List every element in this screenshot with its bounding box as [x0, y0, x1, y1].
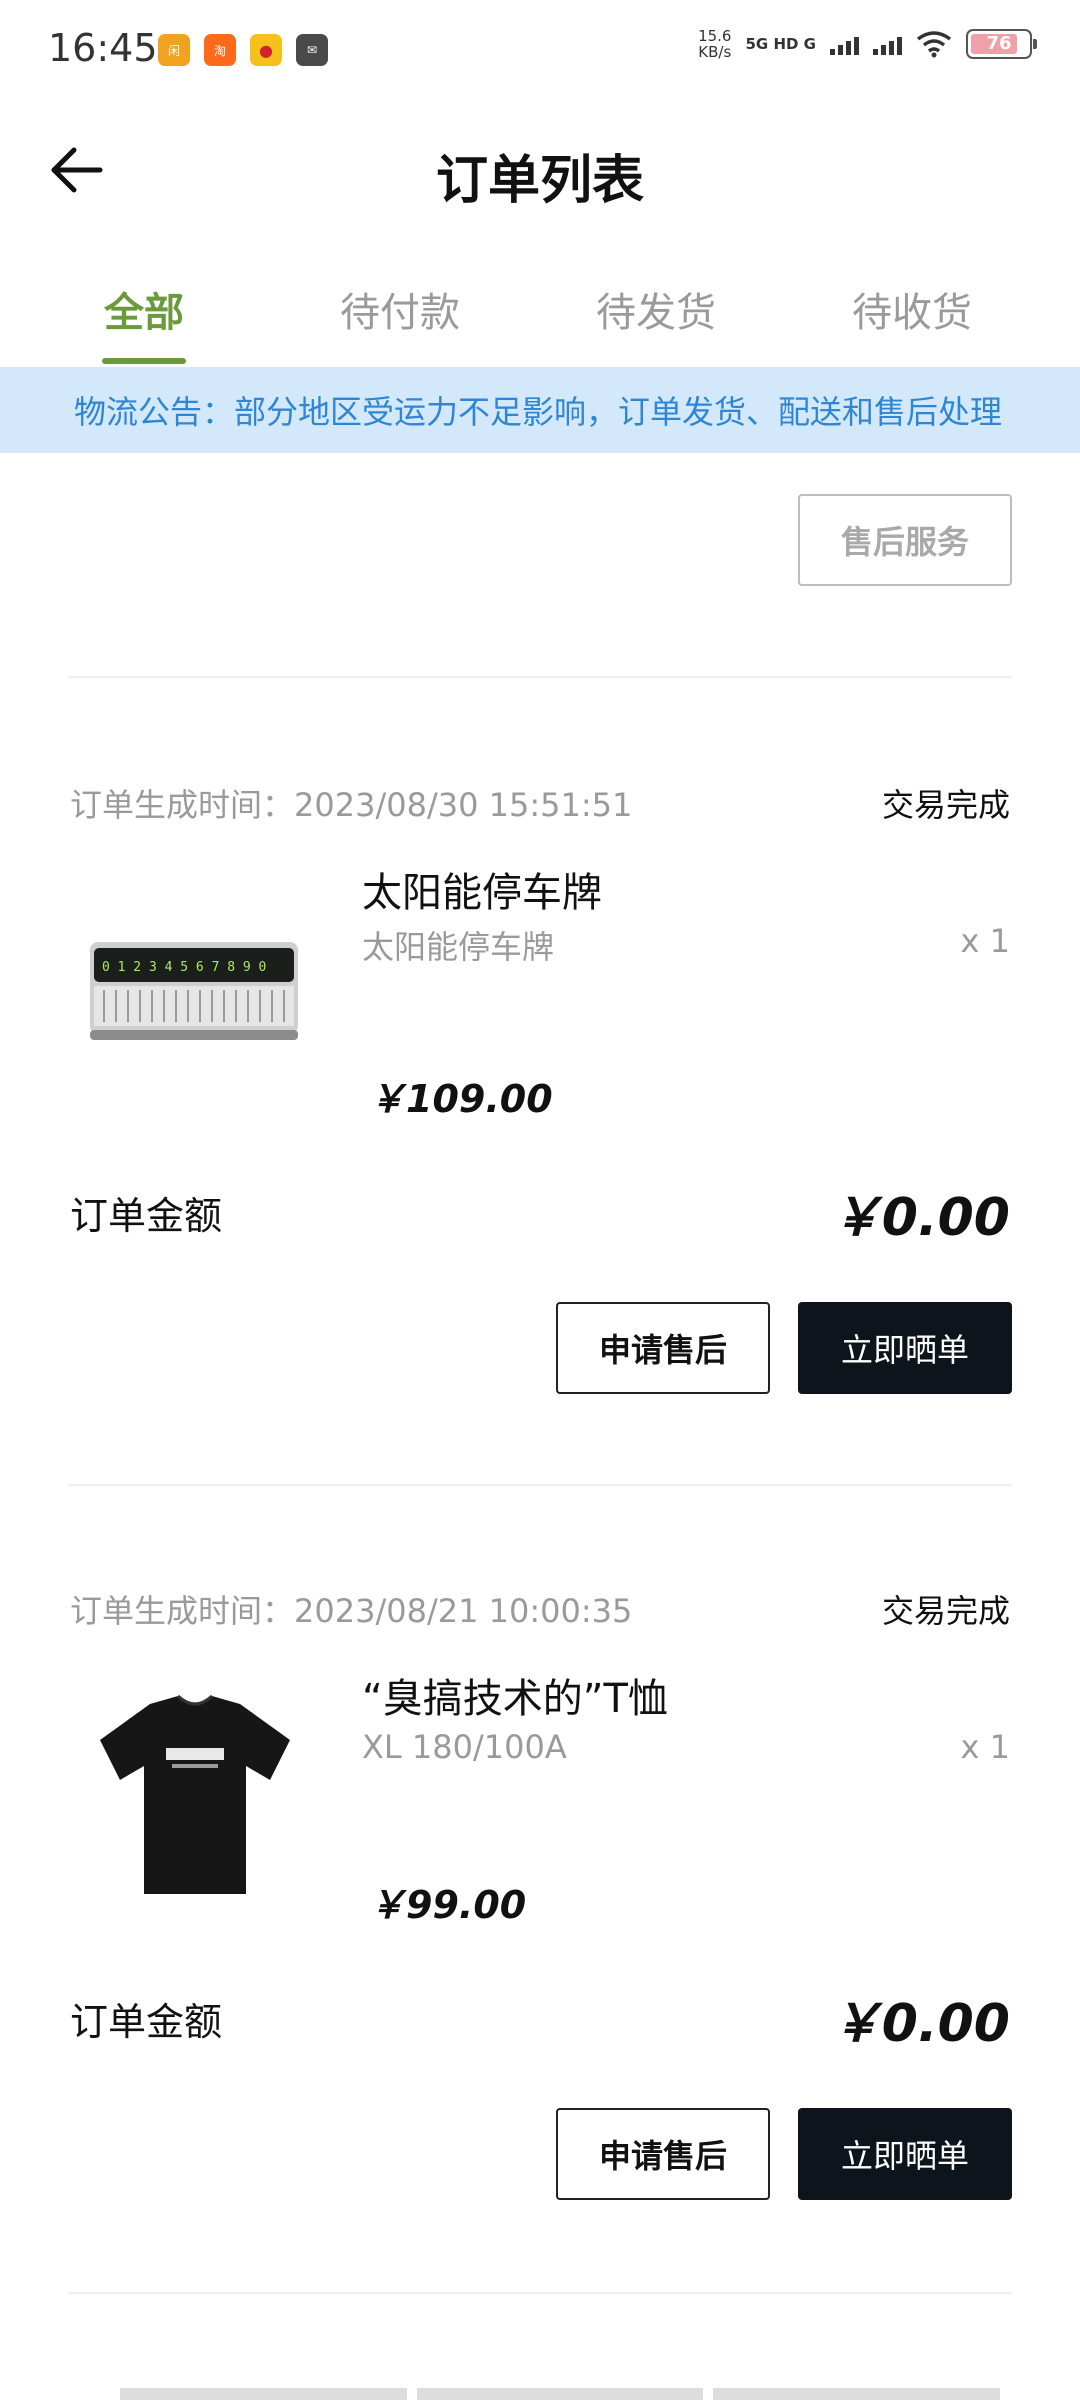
apply-after-sales-button[interactable]: 申请售后: [556, 1302, 770, 1394]
share-order-button[interactable]: 立即晒单: [798, 2108, 1012, 2200]
wifi-icon: [916, 31, 952, 58]
order-divider: [68, 2292, 1012, 2294]
order-amount: ￥0.00: [829, 1188, 1010, 1248]
signal-icon: [830, 33, 859, 55]
product-spec: XL 180/100A: [362, 1728, 567, 1766]
network-type: 5G HD G: [745, 35, 816, 53]
order-amount: ￥0.00: [829, 1994, 1010, 2054]
battery-level: 76: [986, 33, 1012, 54]
product-price: ￥99.00: [368, 1883, 527, 1927]
order-divider: [68, 1484, 1012, 1486]
order-card[interactable]: 订单生成时间：2023/08/21 10:00:35 交易完成 “臭搞技术的”T…: [0, 1586, 1080, 2306]
message-icon: ✉: [296, 34, 328, 66]
order-tabs: 全部 待付款 待发货 待收货: [0, 270, 1080, 365]
status-app-icons: 闲 淘 ● ✉: [158, 34, 328, 66]
tab-pending-receipt[interactable]: 待收货: [852, 280, 972, 338]
status-right: 15.6 KB/s 5G HD G 76: [698, 28, 1037, 60]
order-card[interactable]: 订单生成时间：2023/08/30 15:51:51 交易完成 0 1 2 3 …: [0, 780, 1080, 1500]
after-sales-service-button[interactable]: 售后服务: [798, 494, 1012, 586]
signal-icon-2: [873, 33, 902, 55]
svg-text:0 1 2 3 4 5 6 7 8 9 0: 0 1 2 3 4 5 6 7 8 9 0: [102, 960, 266, 975]
order-created-time: 订单生成时间：2023/08/30 15:51:51: [70, 786, 633, 824]
taobao-icon: 淘: [204, 34, 236, 66]
network-speed: 15.6 KB/s: [698, 28, 731, 60]
logistics-notice-banner[interactable]: 物流公告：部分地区受运力不足影响，订单发货、配送和售后处理: [0, 367, 1080, 453]
product-price: ￥109.00: [368, 1077, 553, 1121]
app-header: 订单列表: [0, 110, 1080, 230]
order-status: 交易完成: [881, 1592, 1010, 1630]
status-bar: 16:45 闲 淘 ● ✉ 15.6 KB/s 5G HD G 76: [0, 0, 1080, 100]
status-time: 16:45: [48, 26, 158, 70]
apply-after-sales-button[interactable]: 申请售后: [556, 2108, 770, 2200]
battery-icon: 76: [966, 29, 1037, 59]
tab-pending-shipment[interactable]: 待发货: [596, 280, 716, 338]
product-name[interactable]: 太阳能停车牌: [362, 860, 602, 918]
parking-sign-image[interactable]: 0 1 2 3 4 5 6 7 8 9 0: [80, 876, 310, 1106]
active-tab-indicator: [102, 358, 186, 364]
weibo-icon: ●: [250, 34, 282, 66]
order-divider: [68, 676, 1012, 678]
order-amount-label: 订单金额: [70, 1194, 223, 1238]
tab-pending-payment[interactable]: 待付款: [340, 280, 460, 338]
product-quantity: x 1: [960, 922, 1010, 960]
order-amount-label: 订单金额: [70, 2000, 223, 2044]
next-order-preview: [120, 2388, 1001, 2400]
tab-all[interactable]: 全部: [104, 280, 184, 338]
share-order-button[interactable]: 立即晒单: [798, 1302, 1012, 1394]
xianyu-icon: 闲: [158, 34, 190, 66]
tshirt-image[interactable]: [80, 1682, 310, 1912]
page-title: 订单列表: [435, 151, 644, 211]
product-name[interactable]: “臭搞技术的”T恤: [362, 1666, 668, 1724]
order-status: 交易完成: [881, 786, 1010, 824]
product-quantity: x 1: [960, 1728, 1010, 1766]
speed-unit: KB/s: [698, 43, 732, 61]
order-created-time: 订单生成时间：2023/08/21 10:00:35: [70, 1592, 633, 1630]
speed-value: 15.6: [698, 27, 732, 45]
notice-text: 物流公告：部分地区受运力不足影响，订单发货、配送和售后处理: [74, 393, 1003, 431]
product-spec: 太阳能停车牌: [362, 928, 555, 966]
